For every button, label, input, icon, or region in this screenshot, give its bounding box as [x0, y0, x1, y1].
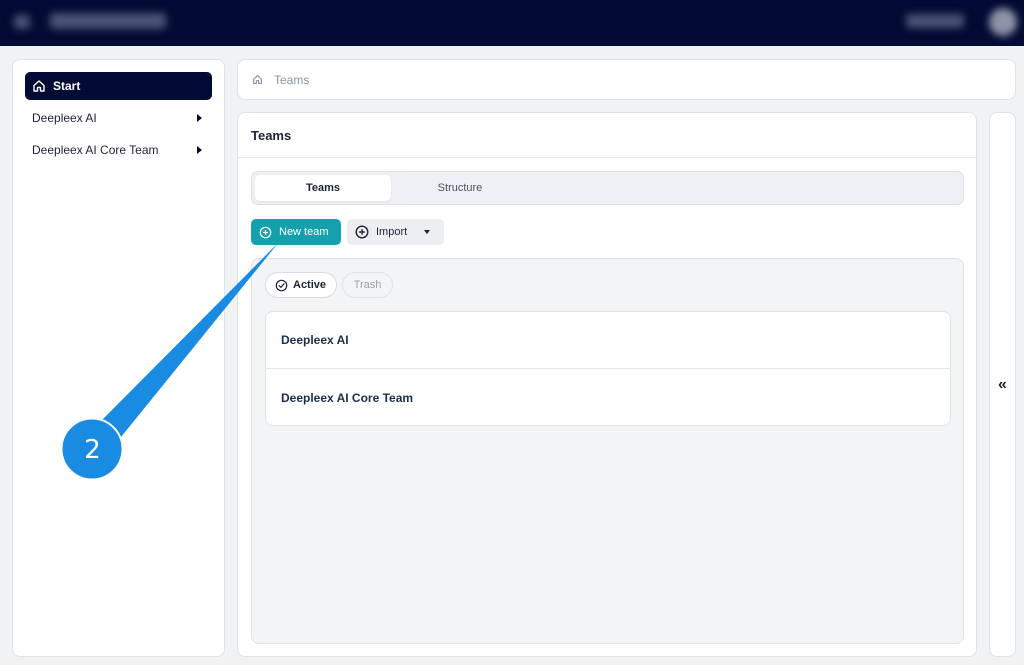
teams-card: Teams Teams Structure New team Import Ac…: [237, 112, 977, 657]
import-button[interactable]: Import: [347, 219, 444, 245]
chevron-down-icon: [424, 230, 431, 234]
teams-panel: Active Trash Deepleex AI Deepleex AI Cor…: [251, 258, 964, 644]
menu-icon[interactable]: [14, 15, 30, 29]
teams-list: Deepleex AI Deepleex AI Core Team: [265, 311, 951, 426]
caret-right-icon[interactable]: [197, 146, 202, 154]
collapse-panel-toggle[interactable]: «: [989, 112, 1016, 657]
sidebar-item-label: Deepleex AI: [32, 111, 97, 125]
sidebar-item-label: Deepleex AI Core Team: [32, 143, 159, 157]
home-icon: [32, 79, 46, 93]
new-team-button[interactable]: New team: [251, 219, 341, 245]
sidebar-item-deepleex-ai[interactable]: Deepleex AI: [25, 104, 212, 132]
filter-active-chip[interactable]: Active: [265, 272, 337, 298]
filter-active-label: Active: [293, 279, 327, 291]
caret-right-icon[interactable]: [197, 114, 202, 122]
plus-circle-icon: [355, 225, 369, 239]
top-bar: [0, 0, 1024, 46]
double-chevron-left-icon: «: [998, 375, 1007, 393]
avatar[interactable]: [989, 8, 1017, 36]
sidebar: Start Deepleex AI Deepleex AI Core Team: [12, 59, 225, 657]
sidebar-item-label: Start: [53, 79, 81, 93]
user-name-blurred: [906, 14, 964, 28]
list-item[interactable]: Deepleex AI: [266, 312, 950, 369]
page-title: Teams: [251, 128, 292, 143]
plus-circle-icon: [259, 226, 272, 239]
divider: [238, 157, 976, 158]
sidebar-item-start[interactable]: Start: [25, 72, 212, 100]
tab-structure[interactable]: Structure: [392, 175, 528, 201]
list-item[interactable]: Deepleex AI Core Team: [266, 369, 950, 426]
new-team-label: New team: [279, 226, 329, 238]
breadcrumb-item-teams[interactable]: Teams: [274, 73, 309, 87]
home-icon[interactable]: [252, 74, 263, 85]
filter-trash-chip[interactable]: Trash: [342, 272, 393, 298]
breadcrumb: Teams: [237, 59, 1016, 100]
tab-teams[interactable]: Teams: [255, 175, 391, 201]
import-label: Import: [376, 226, 408, 238]
tab-bar: Teams Structure: [251, 171, 964, 205]
app-title-blurred: [50, 13, 166, 29]
sidebar-item-deepleex-ai-core-team[interactable]: Deepleex AI Core Team: [25, 136, 212, 164]
check-circle-icon: [275, 279, 288, 292]
